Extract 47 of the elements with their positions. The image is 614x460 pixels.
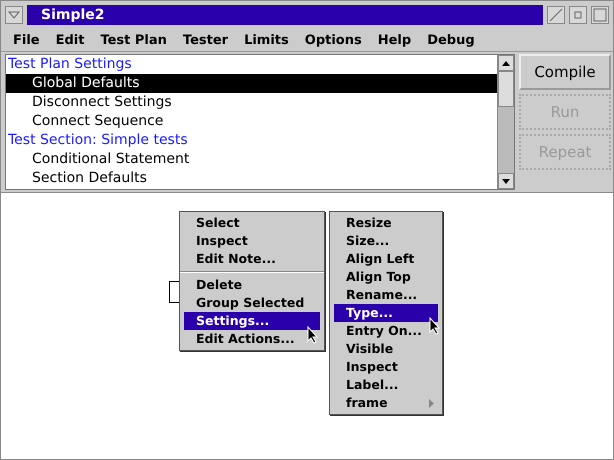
tree-item[interactable]: Conditional Statement: [6, 150, 497, 169]
menu-item[interactable]: Options: [298, 32, 372, 48]
menu-item[interactable]: Group Selected: [184, 294, 320, 312]
tree-item[interactable]: Section Defaults: [6, 169, 497, 188]
menu-item[interactable]: Rename...: [334, 286, 438, 304]
window-menu-button[interactable]: [5, 6, 23, 24]
cursor-icon: [307, 326, 319, 344]
menu-item[interactable]: Settings...: [184, 312, 320, 330]
menu-item[interactable]: Visible: [334, 340, 438, 358]
menu-item[interactable]: Delete: [184, 276, 320, 294]
square-icon: [574, 11, 582, 19]
menu-item[interactable]: Resize: [334, 214, 438, 232]
tree-item[interactable]: Global Defaults: [6, 74, 497, 93]
menu-item[interactable]: Edit Actions...: [184, 330, 320, 348]
menu-item[interactable]: Test Plan: [94, 32, 177, 48]
menu-item[interactable]: Debug: [421, 32, 485, 48]
menu-item[interactable]: Size...: [334, 232, 438, 250]
up-arrow-icon: [502, 60, 510, 66]
minimize-button[interactable]: [569, 6, 587, 24]
menu-item[interactable]: Inspect: [184, 232, 320, 250]
menu-item[interactable]: frame: [334, 394, 438, 412]
diagonal-icon: [549, 8, 563, 22]
maximize-button[interactable]: [547, 6, 565, 24]
menu-item[interactable]: Align Left: [334, 250, 438, 268]
square-icon: [593, 8, 607, 22]
menu-item[interactable]: Limits: [238, 32, 299, 48]
action-button[interactable]: Compile: [519, 54, 611, 90]
down-arrow-icon: [502, 178, 510, 184]
caret-icon: [8, 11, 20, 19]
menu-item[interactable]: Inspect: [334, 358, 438, 376]
menu-item[interactable]: Help: [372, 32, 422, 48]
scrollbar[interactable]: [497, 55, 514, 189]
menu-item[interactable]: Label...: [334, 376, 438, 394]
section-heading[interactable]: Test Section: Simple tests: [6, 131, 497, 150]
tree-item[interactable]: Connect Sequence: [6, 112, 497, 131]
menu-item[interactable]: Tester: [176, 32, 238, 48]
close-button[interactable]: [591, 6, 609, 24]
window-title: Simple2: [27, 5, 543, 25]
menu-item[interactable]: Edit Note...: [184, 250, 320, 268]
menu-item[interactable]: File: [7, 32, 50, 48]
cursor-icon: [429, 317, 441, 335]
menu-item[interactable]: Select: [184, 214, 320, 232]
menu-item[interactable]: Edit: [50, 32, 94, 48]
menu-item[interactable]: Align Top: [334, 268, 438, 286]
menu-item[interactable]: Type...: [334, 304, 438, 322]
section-heading[interactable]: Test Plan Settings: [6, 55, 497, 74]
tree-item[interactable]: Disconnect Settings: [6, 93, 497, 112]
